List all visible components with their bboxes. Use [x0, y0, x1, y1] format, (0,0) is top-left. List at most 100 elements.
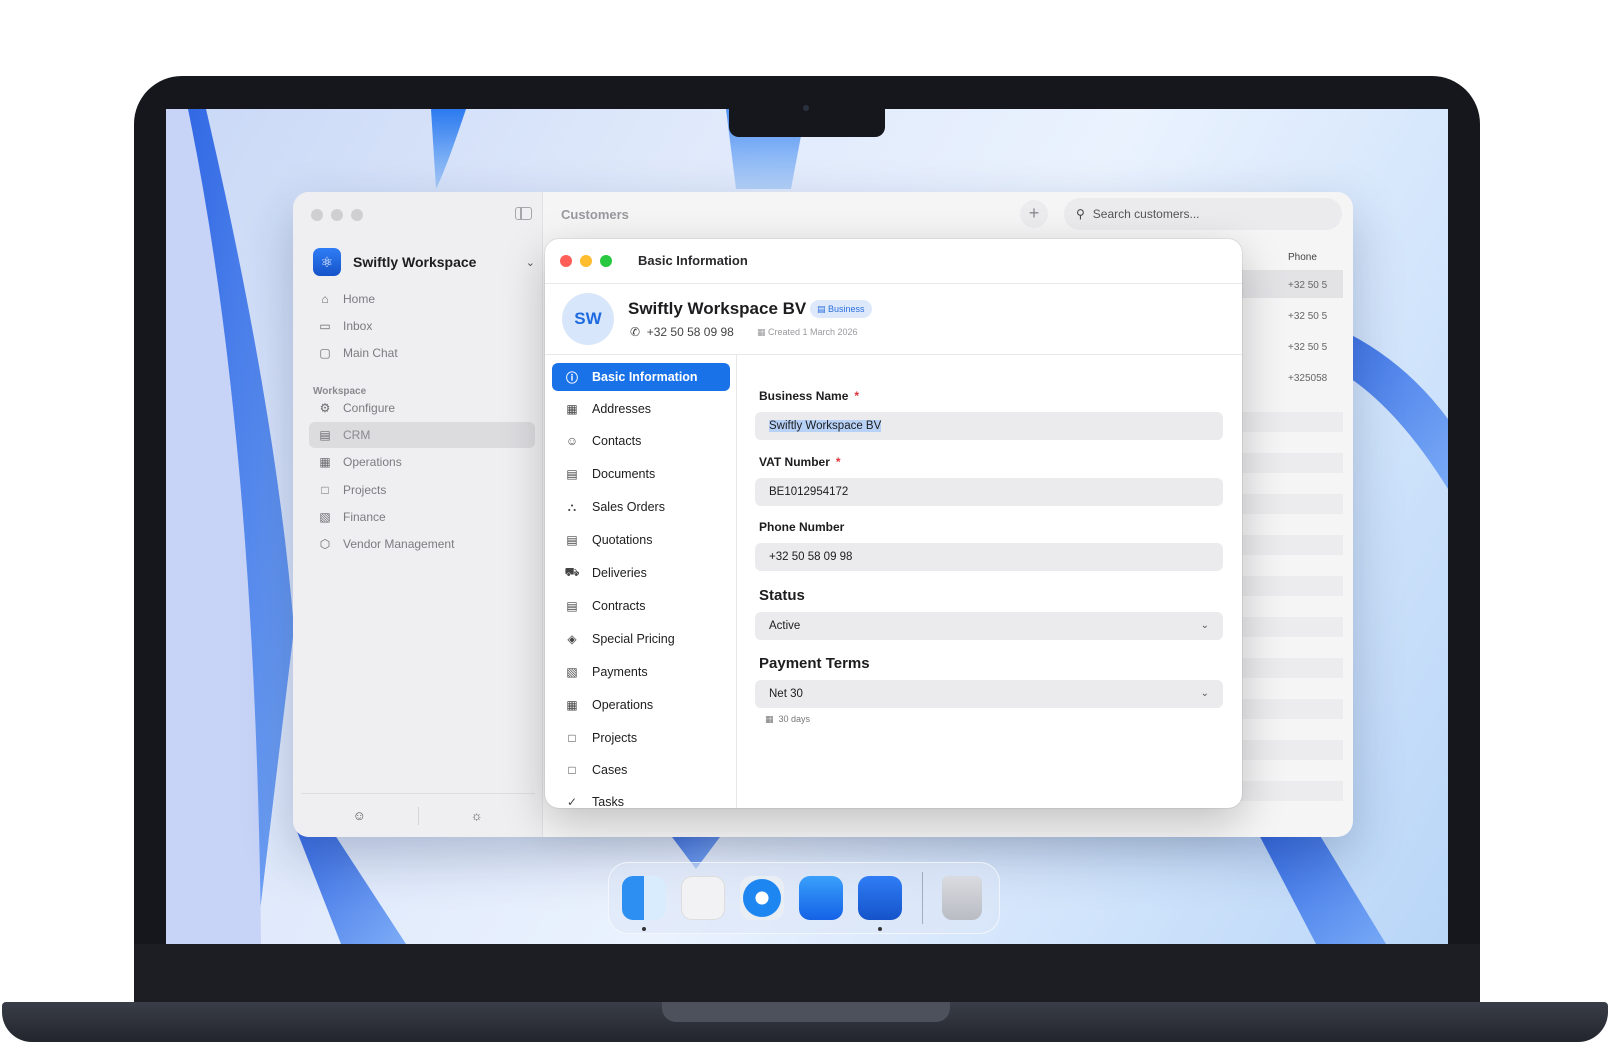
- minimize-button[interactable]: [331, 209, 343, 221]
- map-icon: ▦: [566, 402, 578, 416]
- hint-text: 30 days: [778, 714, 811, 724]
- sidebar-item-inbox[interactable]: ▭ Inbox: [309, 313, 535, 339]
- page-title: Customers: [561, 207, 629, 222]
- nav-item-label: Contacts: [592, 434, 642, 448]
- field-value: Swiftly Workspace BV: [769, 420, 882, 432]
- phone-number-field[interactable]: +32 50 58 09 98: [755, 543, 1223, 571]
- nav-item-sales-orders[interactable]: ⛬ Sales Orders: [552, 493, 730, 521]
- safari-icon[interactable]: [740, 876, 784, 920]
- folder-icon: □: [321, 483, 329, 497]
- money-icon: ▧: [319, 510, 331, 524]
- building-icon: ▦: [566, 698, 578, 712]
- status-select[interactable]: Active ⌄: [755, 612, 1223, 640]
- nav-item-label: Documents: [592, 467, 656, 481]
- user-settings-icon[interactable]: ☺: [301, 808, 418, 823]
- vat-number-field[interactable]: BE1012954172: [755, 478, 1223, 506]
- nav-item-label: Quotations: [592, 533, 653, 547]
- nav-item-label: Special Pricing: [592, 632, 675, 646]
- status-label: Status: [759, 587, 805, 604]
- required-marker: *: [835, 455, 841, 469]
- nav-item-label: Tasks: [592, 795, 624, 808]
- nav-item-addresses[interactable]: ▦ Addresses: [552, 395, 730, 423]
- house-icon: ⌂: [321, 292, 329, 306]
- launchpad-icon[interactable]: [681, 876, 725, 920]
- lightbulb-icon[interactable]: ☼: [419, 808, 536, 823]
- folder-icon: □: [568, 731, 576, 745]
- nav-item-documents[interactable]: ▤ Documents: [552, 460, 730, 488]
- label-text: Business Name: [759, 389, 849, 403]
- laptop-chin: [134, 944, 1480, 1004]
- nav-item-cases[interactable]: □ Cases: [552, 756, 730, 784]
- divider: [545, 283, 1242, 284]
- phone-icon: ✆: [630, 325, 647, 339]
- sidebar-item-label: Home: [343, 292, 376, 306]
- company-phone: ✆ +32 50 58 09 98: [630, 325, 734, 339]
- field-value: Active: [769, 620, 801, 632]
- nav-item-tasks[interactable]: ✓ Tasks: [552, 788, 730, 808]
- table-cell: +32 50 5: [1288, 342, 1328, 353]
- sidebar-item-crm[interactable]: ▤ CRM: [309, 422, 535, 448]
- mail-icon[interactable]: [799, 876, 843, 920]
- nav-item-special-pricing[interactable]: ◈ Special Pricing: [552, 625, 730, 653]
- finder-icon[interactable]: [622, 876, 666, 920]
- sidebar-item-label: Finance: [343, 510, 386, 524]
- document-icon: ▤: [566, 467, 578, 481]
- business-name-field[interactable]: Swiftly Workspace BV: [755, 412, 1223, 440]
- window-controls: [560, 255, 612, 267]
- window-controls-inactive: [311, 209, 363, 221]
- sidebar-item-label: Inbox: [343, 319, 373, 333]
- sidebar-toggle-icon[interactable]: [515, 207, 532, 220]
- sidebar-item-main-chat[interactable]: ▢ Main Chat: [309, 340, 535, 366]
- nav-item-quotations[interactable]: ▤ Quotations: [552, 526, 730, 554]
- search-input[interactable]: ⚲ Search customers...: [1064, 198, 1342, 230]
- sidebar-item-projects[interactable]: □ Projects: [309, 477, 535, 503]
- nav-item-operations[interactable]: ▦ Operations: [552, 691, 730, 719]
- nav-item-deliveries[interactable]: ⛟ Deliveries: [552, 559, 730, 587]
- nav-item-payments[interactable]: ▧ Payments: [552, 658, 730, 686]
- add-customer-button[interactable]: +: [1020, 200, 1048, 228]
- trash-icon[interactable]: [942, 876, 982, 920]
- close-button[interactable]: [560, 255, 572, 267]
- banknote-icon: ▧: [566, 665, 578, 679]
- workspace-app-icon[interactable]: [858, 876, 902, 920]
- table-cell: +325058: [1288, 373, 1328, 384]
- nav-item-label: Payments: [592, 665, 648, 679]
- camera-notch: [729, 109, 885, 137]
- sidebar-item-finance[interactable]: ▧ Finance: [309, 504, 535, 530]
- nav-item-label: Sales Orders: [592, 500, 665, 514]
- zoom-button[interactable]: [351, 209, 363, 221]
- status-badge: ▤ Business: [810, 300, 872, 318]
- sidebar-item-home[interactable]: ⌂ Home: [309, 286, 535, 312]
- created-text: Created 1 March 2026: [768, 327, 858, 337]
- search-icon: ⚲: [1076, 207, 1085, 221]
- contract-icon: ▤: [566, 599, 578, 613]
- workspace-switcher[interactable]: ⚛ Swiftly Workspace ⌄: [313, 247, 535, 277]
- running-indicator: [642, 927, 646, 931]
- sidebar-item-vendor-management[interactable]: ⬡ Vendor Management: [309, 531, 535, 557]
- sidebar-item-label: Operations: [343, 455, 402, 469]
- company-name: Swiftly Workspace BV: [628, 299, 807, 318]
- info-icon: ⓘ: [565, 370, 578, 385]
- zoom-button[interactable]: [600, 255, 612, 267]
- briefcase-icon: ▤: [319, 428, 331, 442]
- inbox-icon: ▭: [319, 319, 331, 333]
- field-value: +32 50 58 09 98: [769, 551, 853, 563]
- chat-icon: ▢: [319, 346, 331, 360]
- cart-icon: ⛬: [567, 499, 577, 514]
- sidebar-item-configure[interactable]: ⚙ Configure: [309, 395, 535, 421]
- nav-item-label: Deliveries: [592, 566, 647, 580]
- minimize-button[interactable]: [580, 255, 592, 267]
- nav-item-contracts[interactable]: ▤ Contracts: [552, 592, 730, 620]
- workspace-name: Swiftly Workspace: [353, 254, 477, 270]
- created-date: ▦ Created 1 March 2026: [757, 327, 858, 338]
- payment-terms-select[interactable]: Net 30 ⌄: [755, 680, 1223, 708]
- sidebar-item-label: Main Chat: [343, 346, 398, 360]
- workspace-logo-icon: ⚛: [313, 248, 341, 276]
- vat-number-label: VAT Number *: [759, 455, 841, 469]
- close-button[interactable]: [311, 209, 323, 221]
- nav-item-basic-information[interactable]: ⓘ Basic Information: [552, 363, 730, 391]
- nav-item-projects[interactable]: □ Projects: [552, 724, 730, 752]
- business-name-label: Business Name *: [759, 389, 859, 403]
- nav-item-contacts[interactable]: ☺ Contacts: [552, 427, 730, 455]
- sidebar-item-operations[interactable]: ▦ Operations: [309, 449, 535, 475]
